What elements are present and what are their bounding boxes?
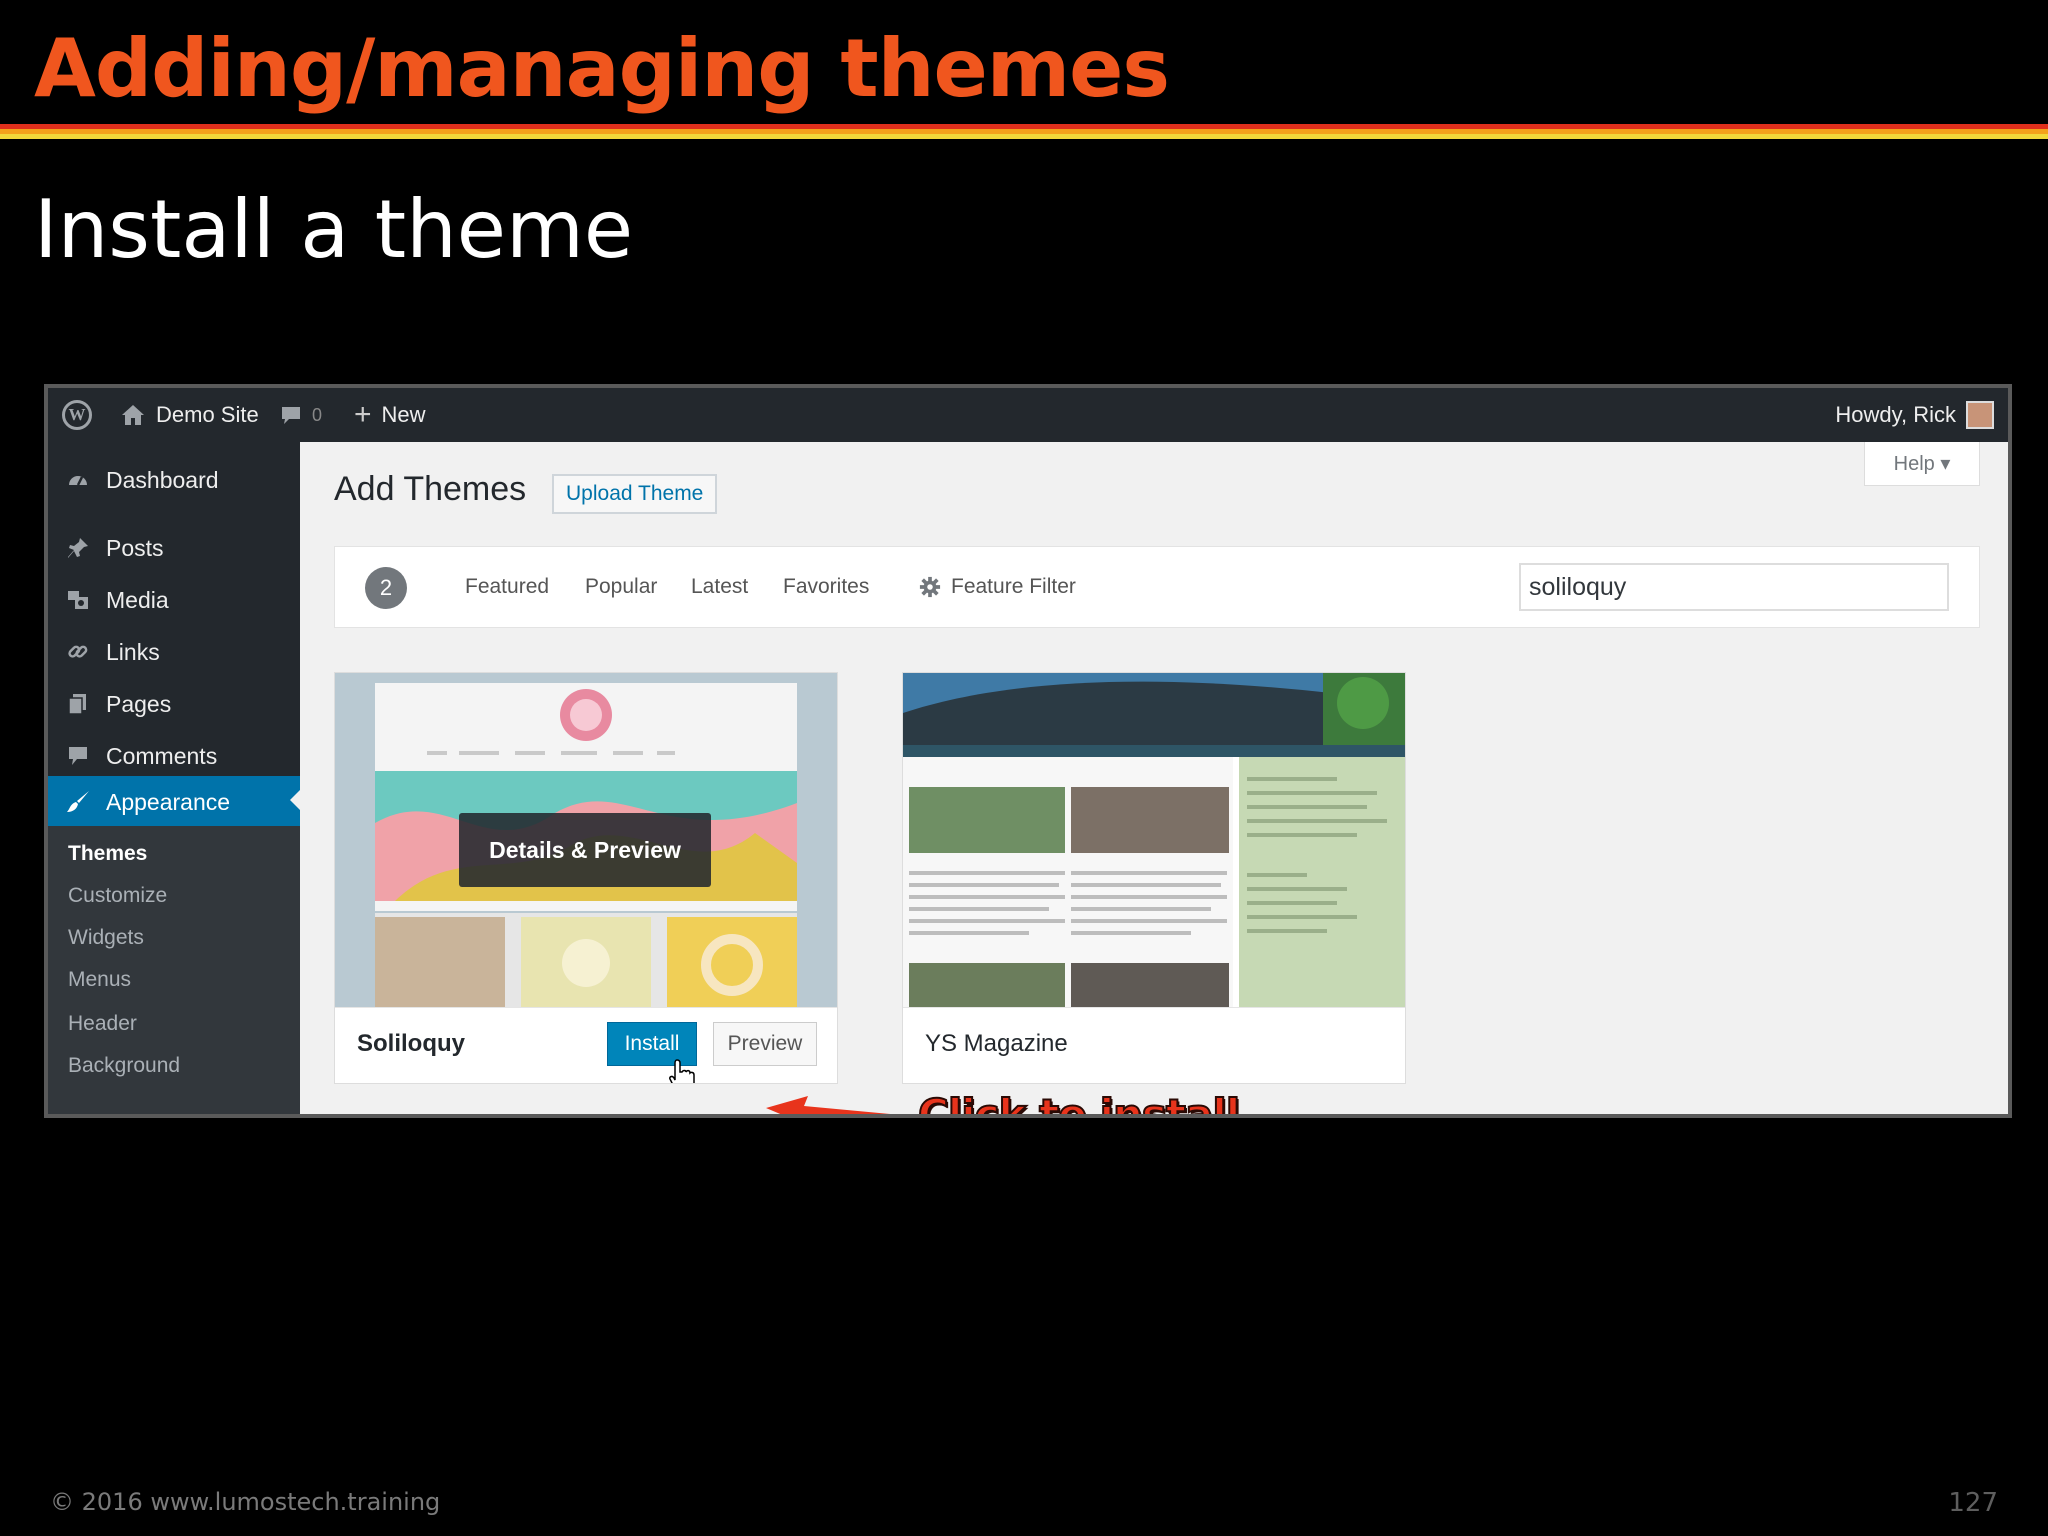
- sidebar-item-appearance[interactable]: Appearance: [48, 776, 300, 828]
- comments-link[interactable]: 0: [280, 388, 322, 442]
- sidebar-item-label: Posts: [106, 534, 164, 561]
- comment-icon: [64, 742, 92, 770]
- sidebar-item-label: Pages: [106, 690, 172, 717]
- sidebar-item-pages[interactable]: Pages: [48, 680, 300, 728]
- brush-icon: [64, 788, 92, 816]
- wordpress-screenshot: W Demo Site 0 + New Howdy, Rick Dashboar…: [44, 384, 2012, 1118]
- dashboard-icon: [64, 466, 92, 494]
- sidebar-item-label: Appearance: [106, 788, 231, 815]
- sidebar-item-comments[interactable]: Comments: [48, 732, 300, 780]
- pages-icon: [64, 690, 92, 718]
- account-menu[interactable]: Howdy, Rick: [1835, 388, 1994, 442]
- media-icon: [64, 586, 92, 614]
- help-tab[interactable]: Help ▾: [1864, 442, 1980, 486]
- theme-name: YS Magazine: [925, 1030, 1068, 1057]
- sidebar-item-links[interactable]: Links: [48, 628, 300, 676]
- upload-theme-button[interactable]: Upload Theme: [552, 474, 718, 514]
- theme-search-input[interactable]: [1519, 563, 1949, 611]
- link-icon: [64, 638, 92, 666]
- page-title: Add Themes: [334, 470, 527, 508]
- details-preview-overlay[interactable]: Details & Preview: [459, 813, 711, 887]
- slide-footer-copyright: © 2016 www.lumostech.training: [50, 1488, 441, 1516]
- hand-cursor-icon: [669, 1059, 695, 1083]
- admin-bar: W Demo Site 0 + New Howdy, Rick: [48, 388, 2008, 442]
- new-content-link[interactable]: + New: [354, 388, 426, 442]
- filter-favorites[interactable]: Favorites: [783, 547, 869, 627]
- slide-page-number: 127: [1948, 1488, 1998, 1518]
- theme-card-ys-magazine[interactable]: YS Magazine: [902, 672, 1406, 1084]
- comment-bubble-icon: [282, 407, 300, 424]
- submenu-background[interactable]: Background: [68, 1054, 180, 1078]
- howdy-greeting: Howdy, Rick: [1835, 402, 1956, 427]
- appearance-submenu: Themes Customize Widgets Menus Header Ba…: [48, 826, 300, 1114]
- sidebar-item-label: Comments: [106, 742, 218, 769]
- pin-icon: [64, 534, 92, 562]
- submenu-themes[interactable]: Themes: [68, 842, 147, 866]
- submenu-customize[interactable]: Customize: [68, 884, 167, 908]
- gear-icon: [919, 576, 941, 598]
- site-name: Demo Site: [156, 402, 259, 427]
- annotation-arrow-icon: [766, 1096, 891, 1114]
- theme-name: Soliloquy: [357, 1030, 465, 1057]
- filter-latest[interactable]: Latest: [691, 547, 748, 627]
- filter-featured[interactable]: Featured: [465, 547, 549, 627]
- theme-count-badge: 2: [365, 567, 407, 609]
- filter-popular[interactable]: Popular: [585, 547, 657, 627]
- theme-screenshot-ys-magazine: [903, 673, 1405, 1007]
- sidebar-item-label: Links: [106, 638, 160, 665]
- feature-filter-label: Feature Filter: [951, 575, 1076, 598]
- theme-card-soliloquy[interactable]: Details & Preview Soliloquy Install Prev…: [334, 672, 838, 1084]
- plus-icon: +: [354, 398, 372, 431]
- sidebar-item-label: Media: [106, 586, 169, 613]
- home-icon: [122, 405, 144, 425]
- wordpress-logo-button[interactable]: W: [62, 388, 92, 442]
- sidebar-item-label: Dashboard: [106, 466, 219, 493]
- admin-sidebar: Dashboard Posts Media Links Pages Commen…: [48, 442, 300, 1114]
- slide-title: Adding/managing themes: [34, 22, 1170, 115]
- submenu-widgets[interactable]: Widgets: [68, 926, 144, 950]
- preview-button[interactable]: Preview: [713, 1022, 817, 1066]
- ys-magazine-preview-image: [903, 673, 1405, 1007]
- click-to-install-annotation: Click to install: [917, 1089, 1241, 1118]
- theme-screenshot-soliloquy: Details & Preview: [335, 673, 837, 1007]
- theme-footer-ys-magazine: YS Magazine: [903, 1007, 1405, 1083]
- comments-count: 0: [312, 404, 323, 425]
- theme-filter-bar: 2 Featured Popular Latest Favorites Feat…: [334, 546, 1980, 628]
- feature-filter-link[interactable]: Feature Filter: [919, 547, 1076, 627]
- site-name-link[interactable]: Demo Site: [120, 388, 259, 442]
- new-label: New: [381, 402, 426, 427]
- sidebar-item-dashboard[interactable]: Dashboard: [48, 456, 300, 504]
- slide-subtitle: Install a theme: [34, 183, 634, 276]
- wordpress-logo-icon: W: [62, 400, 92, 430]
- title-rule-yellow: [0, 134, 2048, 139]
- avatar: [1966, 401, 1994, 429]
- submenu-header[interactable]: Header: [68, 1012, 137, 1036]
- sidebar-item-media[interactable]: Media: [48, 576, 300, 624]
- sidebar-item-posts[interactable]: Posts: [48, 524, 300, 572]
- theme-footer-soliloquy: Soliloquy Install Preview: [335, 1007, 837, 1083]
- submenu-menus[interactable]: Menus: [68, 968, 131, 992]
- main-content: Add Themes Upload Theme Help ▾ 2 Feature…: [300, 442, 2008, 1114]
